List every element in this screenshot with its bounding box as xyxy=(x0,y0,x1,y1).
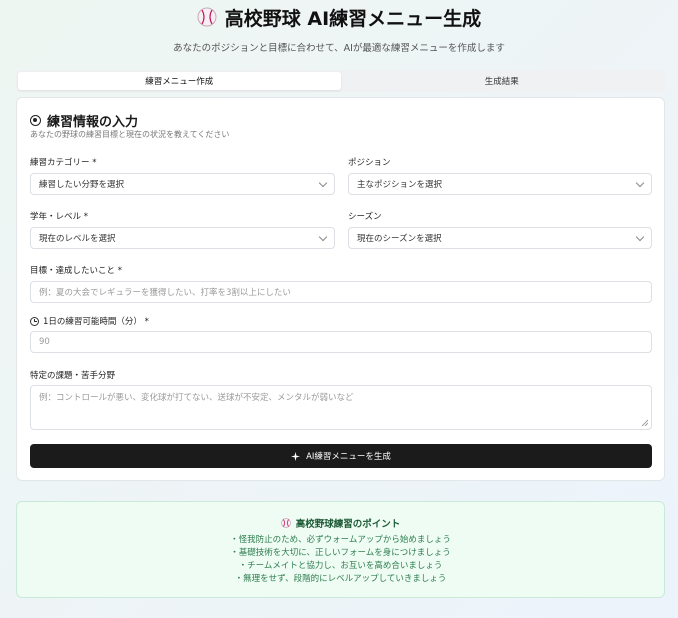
chevron-down-icon xyxy=(318,178,328,187)
grade-label: 学年・レベル * xyxy=(30,210,88,222)
tips-title: 高校野球練習のポイント xyxy=(17,516,664,530)
resize-handle-icon[interactable] xyxy=(641,419,648,426)
baseball-icon xyxy=(197,7,217,27)
form-title: 練習情報の入力 xyxy=(30,111,138,130)
category-label: 練習カテゴリー * xyxy=(30,156,96,168)
page-title: 高校野球 AI練習メニュー生成 xyxy=(224,7,482,30)
page-header: 高校野球 AI練習メニュー生成 あなたのポジションと目標に合わせて、AIが最適な… xyxy=(0,0,678,54)
chevron-down-icon xyxy=(318,232,328,241)
season-label-text: シーズン xyxy=(348,212,382,222)
target-icon xyxy=(30,115,41,126)
tip-item: ・チームメイトと協力し、お互いを高め合いましょう xyxy=(238,561,443,571)
position-label: ポジション xyxy=(348,156,391,168)
position-select[interactable]: 主なポジションを選択 xyxy=(348,173,652,195)
tip-item: ・怪我防止のため、必ずウォームアップから始めましょう xyxy=(230,535,451,545)
form-description: あなたの野球の練習目標と現在の状況を教えてください xyxy=(30,130,230,139)
tip-item: ・無理をせず、段階的にレベルアップしていきましょう xyxy=(234,574,447,584)
season-label: シーズン xyxy=(348,210,382,222)
weakness-textarea[interactable]: 例：コントロールが悪い、変化球が打てない、送球が不安定、メンタルが弱いなど xyxy=(30,385,652,430)
category-select-value: 練習したい分野を選択 xyxy=(39,180,125,190)
sparkle-icon xyxy=(291,451,301,461)
form-title-text: 練習情報の入力 xyxy=(47,115,139,130)
chevron-down-icon xyxy=(635,232,645,241)
goal-input[interactable]: 例：夏の大会でレギュラーを獲得したい、打率を3割以上にしたい xyxy=(30,281,652,303)
weakness-label-text: 特定の課題・苦手分野 xyxy=(30,371,116,381)
tab-results[interactable]: 生成結果 xyxy=(341,72,664,90)
position-select-value: 主なポジションを選択 xyxy=(357,180,443,190)
baseball-icon xyxy=(280,518,291,528)
form-card: 練習情報の入力 あなたの野球の練習目標と現在の状況を教えてください 練習カテゴリ… xyxy=(16,97,665,481)
category-select[interactable]: 練習したい分野を選択 xyxy=(30,173,335,195)
tab-bar: 練習メニュー作成 生成結果 xyxy=(16,70,665,92)
weakness-label: 特定の課題・苦手分野 xyxy=(30,369,115,381)
time-input[interactable]: 90 xyxy=(30,331,652,353)
chevron-down-icon xyxy=(635,178,645,187)
goal-label-text: 目標・達成したいこと * xyxy=(30,266,122,276)
page-subtitle: あなたのポジションと目標に合わせて、AIが最適な練習メニューを作成します xyxy=(173,43,505,54)
time-label-text: 1日の練習可能時間（分） * xyxy=(43,317,149,327)
generate-menu-button[interactable]: AI練習メニューを生成 xyxy=(30,444,652,468)
clock-icon xyxy=(30,316,39,326)
page-title-row: 高校野球 AI練習メニュー生成 xyxy=(0,4,678,30)
time-input-value: 90 xyxy=(39,337,50,347)
tip-item: ・基礎技術を大切に、正しいフォームを身につけましょう xyxy=(230,548,451,558)
tab-create-menu[interactable]: 練習メニュー作成 xyxy=(18,72,341,90)
grade-select-value: 現在のレベルを選択 xyxy=(39,234,116,244)
position-label-text: ポジション xyxy=(348,158,391,168)
weakness-textarea-placeholder: 例：コントロールが悪い、変化球が打てない、送球が不安定、メンタルが弱いなど xyxy=(39,393,354,403)
goal-label: 目標・達成したいこと * xyxy=(30,264,122,276)
season-select[interactable]: 現在のシーズンを選択 xyxy=(348,227,652,249)
season-select-value: 現在のシーズンを選択 xyxy=(357,234,442,244)
category-label-text: 練習カテゴリー * xyxy=(30,158,97,168)
tips-panel: 高校野球練習のポイント ・怪我防止のため、必ずウォームアップから始めましょう ・… xyxy=(16,501,665,598)
generate-menu-label: AI練習メニューを生成 xyxy=(306,452,391,462)
grade-label-text: 学年・レベル * xyxy=(30,212,88,222)
grade-select[interactable]: 現在のレベルを選択 xyxy=(30,227,335,249)
tips-title-text: 高校野球練習のポイント xyxy=(295,519,401,530)
time-label: 1日の練習可能時間（分） * xyxy=(30,315,149,327)
goal-input-placeholder: 例：夏の大会でレギュラーを獲得したい、打率を3割以上にしたい xyxy=(39,288,291,298)
tips-list: ・怪我防止のため、必ずウォームアップから始めましょう ・基礎技術を大切に、正しい… xyxy=(17,534,664,586)
